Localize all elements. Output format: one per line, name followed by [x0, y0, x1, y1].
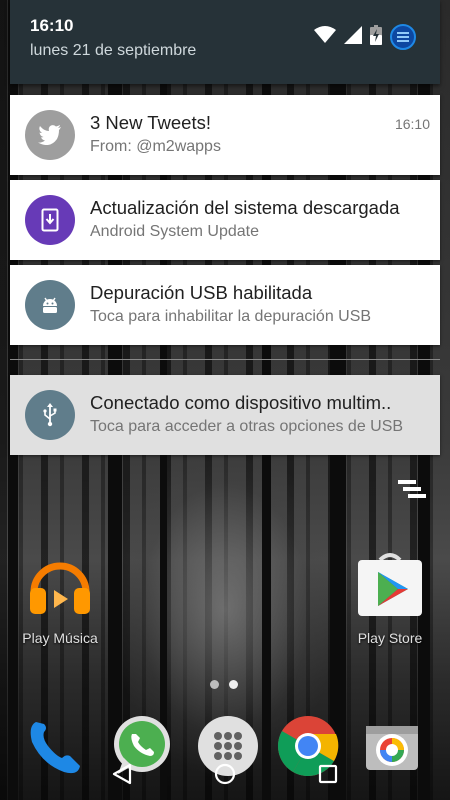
page-dot — [210, 680, 219, 689]
notification-title: Actualización del sistema descargada — [90, 197, 400, 218]
system-update-icon — [25, 195, 75, 245]
clear-all-icon — [398, 480, 426, 498]
notification-subtitle: From: @m2wapps — [90, 138, 221, 155]
notification-shade-header[interactable]: 16:10 lunes 21 de septiembre — [10, 0, 440, 84]
status-icons — [314, 24, 416, 50]
play-store-icon — [354, 548, 426, 620]
notification-system-update[interactable]: Actualización del sistema descargada And… — [10, 180, 440, 260]
play-music-app[interactable]: Play Música — [5, 548, 115, 646]
notification-title: 3 New Tweets! — [90, 112, 211, 133]
notification-usb-debugging[interactable]: Depuración USB habilitada Toca para inha… — [10, 265, 440, 345]
home-icon[interactable] — [213, 762, 237, 791]
clock-date[interactable]: lunes 21 de septiembre — [30, 42, 196, 60]
user-avatar-icon[interactable] — [390, 24, 416, 50]
notification-usb-connection[interactable]: Conectado como dispositivo multim.. Toca… — [10, 375, 440, 455]
notification-divider — [10, 359, 440, 360]
clear-all-button[interactable] — [392, 470, 432, 510]
navigation-bar — [0, 752, 450, 800]
page-indicator — [210, 680, 238, 689]
clock-time: 16:10 — [30, 16, 74, 35]
usb-icon — [25, 390, 75, 440]
notification-title: Depuración USB habilitada — [90, 282, 313, 303]
headphones-icon — [24, 548, 96, 620]
battery-charging-icon — [370, 24, 382, 50]
notification-subtitle: Android System Update — [90, 223, 259, 240]
signal-icon — [344, 25, 362, 49]
play-store-app[interactable]: Play Store — [335, 548, 445, 646]
twitter-bird-icon — [25, 110, 75, 160]
play-music-label: Play Música — [22, 630, 98, 646]
notification-subtitle: Toca para acceder a otras opciones de US… — [90, 418, 404, 435]
recents-icon[interactable] — [316, 762, 340, 791]
notification-subtitle: Toca para inhabilitar la depuración USB — [90, 308, 372, 325]
wifi-icon — [314, 25, 336, 49]
page-dot-active — [229, 680, 238, 689]
notification-time: 16:10 — [394, 116, 430, 132]
notification-tweets[interactable]: 3 New Tweets! From: @m2wapps 16:10 — [10, 95, 440, 175]
android-icon — [25, 280, 75, 330]
back-icon[interactable] — [110, 762, 134, 791]
notification-title: Conectado como dispositivo multim.. — [90, 392, 392, 413]
play-store-label: Play Store — [357, 630, 423, 646]
